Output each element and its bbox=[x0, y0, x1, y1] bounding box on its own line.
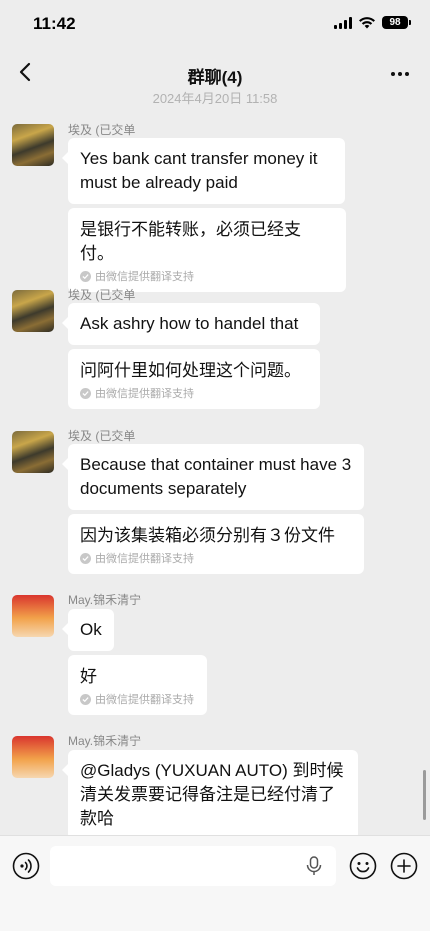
check-icon bbox=[80, 693, 91, 705]
wifi-icon bbox=[359, 17, 375, 29]
translation-note: 由微信提供翻译支持 bbox=[80, 550, 352, 566]
message-bubble[interactable]: Because that container must have 3 docum… bbox=[62, 444, 364, 510]
translation-text: 因为该集装箱必须分别有３份文件 bbox=[80, 526, 335, 545]
message-input[interactable] bbox=[50, 846, 336, 886]
sender-name: May.锦禾清宁 bbox=[68, 593, 142, 607]
check-icon bbox=[80, 387, 91, 399]
translation-text: 是银行不能转账，必须已经支付。 bbox=[80, 220, 301, 263]
status-time: 11:42 bbox=[33, 14, 76, 33]
avatar[interactable] bbox=[12, 595, 54, 637]
avatar[interactable] bbox=[12, 290, 54, 332]
message-bubble[interactable]: Yes bank cant transfer money it must be … bbox=[62, 138, 345, 204]
translation-note: 由微信提供翻译支持 bbox=[80, 385, 308, 401]
more-options-icon[interactable] bbox=[388, 62, 412, 86]
avatar[interactable] bbox=[12, 736, 54, 778]
input-bar bbox=[0, 835, 430, 931]
battery-icon: 98 bbox=[382, 16, 411, 29]
message-bubble[interactable]: Ask ashry how to handel that bbox=[62, 303, 320, 345]
translation-note-label: 由微信提供翻译支持 bbox=[95, 388, 194, 400]
sender-name: 埃及 (已交单 bbox=[68, 429, 136, 443]
message-bubble[interactable]: @Gladys (YUXUAN AUTO) 到时候清关发票要记得备注是已经付清了… bbox=[62, 750, 358, 840]
sender-name: May.锦禾清宁 bbox=[68, 734, 142, 748]
check-icon bbox=[80, 552, 91, 564]
translation-bubble[interactable]: 是银行不能转账，必须已经支付。 由微信提供翻译支持 bbox=[68, 208, 346, 292]
translation-note-label: 由微信提供翻译支持 bbox=[95, 271, 194, 283]
voice-input-icon[interactable] bbox=[12, 852, 40, 880]
avatar[interactable] bbox=[12, 431, 54, 473]
translation-note: 由微信提供翻译支持 bbox=[80, 268, 334, 284]
sender-name: 埃及 (已交单 bbox=[68, 123, 136, 137]
translation-note-label: 由微信提供翻译支持 bbox=[95, 694, 194, 706]
emoji-icon[interactable] bbox=[349, 852, 377, 880]
scrollbar-thumb[interactable] bbox=[423, 770, 426, 820]
translation-bubble[interactable]: 因为该集装箱必须分别有３份文件 由微信提供翻译支持 bbox=[68, 514, 364, 574]
translation-text: 问阿什里如何处理这个问题。 bbox=[80, 361, 301, 380]
translation-bubble[interactable]: 好 由微信提供翻译支持 bbox=[68, 655, 207, 715]
status-bar: 11:42 98 bbox=[0, 0, 430, 50]
check-icon bbox=[80, 270, 91, 282]
translation-note: 由微信提供翻译支持 bbox=[80, 691, 195, 707]
plus-icon[interactable] bbox=[390, 852, 418, 880]
cellular-signal-icon bbox=[334, 16, 352, 29]
translation-text: 好 bbox=[80, 667, 97, 686]
translation-note-label: 由微信提供翻译支持 bbox=[95, 553, 194, 565]
microphone-icon[interactable] bbox=[304, 855, 324, 877]
sender-name: 埃及 (已交单 bbox=[68, 288, 136, 302]
avatar[interactable] bbox=[12, 124, 54, 166]
chat-title: 群聊(4) bbox=[187, 68, 243, 87]
translation-bubble[interactable]: 问阿什里如何处理这个问题。 由微信提供翻译支持 bbox=[68, 349, 320, 409]
status-icons: 98 bbox=[334, 16, 411, 29]
message-timestamp: 2024年4月20日 11:58 bbox=[152, 91, 278, 106]
message-bubble[interactable]: Ok bbox=[62, 609, 114, 651]
